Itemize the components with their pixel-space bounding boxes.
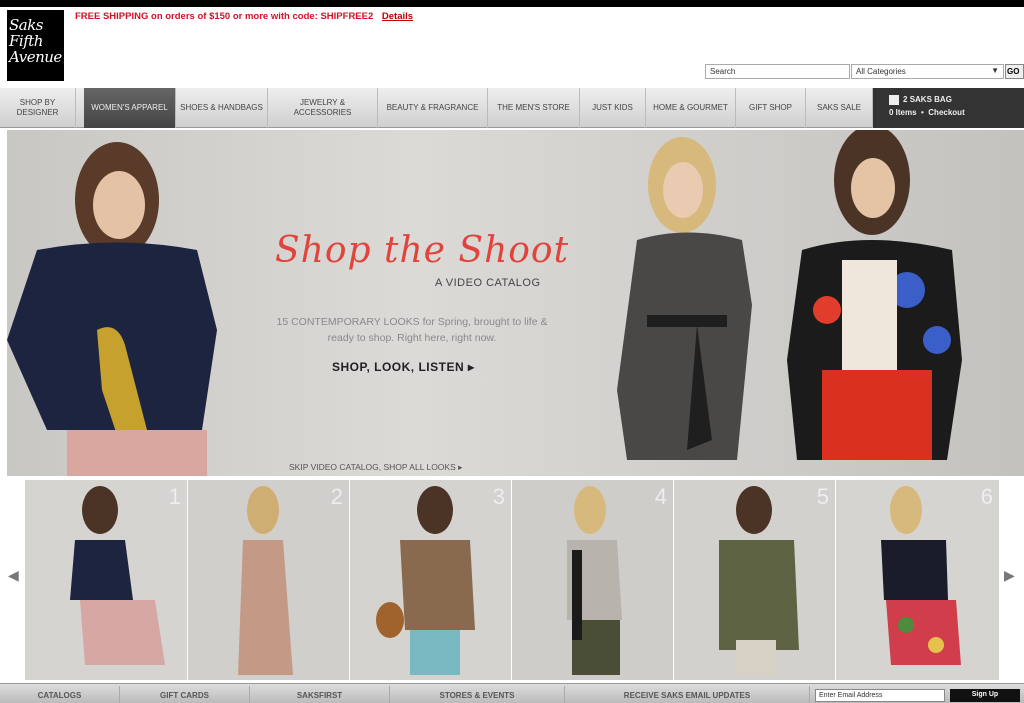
nav-item-mens[interactable]: THE MEN'S STORE — [488, 88, 580, 128]
look-thumb-2[interactable]: 2 — [188, 480, 350, 680]
bag-count: 2 — [903, 95, 908, 104]
hero-description: 15 CONTEMPORARY LOOKS for Spring, brough… — [276, 316, 548, 344]
hero-banner[interactable] — [7, 130, 1024, 476]
nav-item-gift[interactable]: GIFT SHOP — [736, 88, 806, 128]
nav-item-jewelry[interactable]: JEWELRY & ACCESSORIES — [268, 88, 378, 128]
top-bar — [0, 0, 1024, 7]
skip-video-link[interactable]: SKIP VIDEO CATALOG, SHOP ALL LOOKS ▸ — [289, 462, 462, 473]
look-thumb-3[interactable]: 3 — [350, 480, 512, 680]
nav-item-shoes[interactable]: SHOES & HANDBAGS — [176, 88, 268, 128]
category-select[interactable]: All Categories ▼ — [851, 64, 1004, 79]
email-input[interactable]: Enter Email Address — [815, 689, 945, 702]
promo-text: FREE SHIPPING on orders of $150 or more … — [75, 11, 374, 22]
logo-line: Fifth — [9, 32, 43, 50]
saks-logo[interactable]: Saks Fifth Avenue — [7, 10, 64, 81]
next-arrow-icon[interactable]: ▶ — [1004, 567, 1015, 584]
shopping-bag-icon — [889, 94, 899, 105]
look-thumb-6[interactable]: 6 — [836, 480, 1000, 680]
page: Saks Fifth Avenue FREE SHIPPING on order… — [0, 0, 1024, 703]
promo-details-link[interactable]: Details — [382, 11, 413, 22]
footer-link-stores[interactable]: STORES & EVENTS — [390, 686, 565, 703]
nav-item-home[interactable]: HOME & GOURMET — [646, 88, 736, 128]
look-number: 4 — [654, 484, 667, 509]
category-select-value: All Categories — [856, 67, 906, 76]
nav-item-designer[interactable]: SHOP BY DESIGNER — [0, 88, 76, 128]
footer-link-gift-cards[interactable]: GIFT CARDS — [120, 686, 250, 703]
look-thumb-1[interactable]: 1 — [25, 480, 188, 680]
saks-bag[interactable]: 2 SAKS BAG 0 Items • Checkout — [873, 88, 1024, 128]
sign-up-button[interactable]: Sign Up — [950, 689, 1020, 702]
chevron-down-icon: ▼ — [991, 66, 999, 75]
main-nav: SHOP BY DESIGNER WOMEN'S APPAREL SHOES &… — [0, 88, 1024, 128]
look-thumb-4[interactable]: 4 — [512, 480, 674, 680]
checkout-link[interactable]: Checkout — [928, 108, 964, 117]
bag-title: SAKS BAG — [909, 95, 952, 104]
bag-items: 0 Items — [889, 108, 917, 117]
nav-item-sale[interactable]: SAKS SALE — [806, 88, 873, 128]
logo-line: Saks — [9, 16, 44, 34]
nav-item-kids[interactable]: JUST KIDS — [580, 88, 646, 128]
logo-line: Avenue — [9, 48, 62, 66]
look-number: 3 — [492, 484, 505, 509]
hero-title: Shop the Shoot — [275, 230, 570, 271]
promo-banner: FREE SHIPPING on orders of $150 or more … — [75, 11, 413, 22]
look-thumb-5[interactable]: 5 — [674, 480, 836, 680]
look-number: 2 — [330, 484, 343, 509]
nav-item-womens[interactable]: WOMEN'S APPAREL — [84, 88, 176, 128]
hero-models-image — [7, 130, 962, 476]
look-number: 6 — [980, 484, 993, 509]
footer-link-email-updates[interactable]: RECEIVE SAKS EMAIL UPDATES — [565, 686, 810, 703]
look-number: 1 — [168, 484, 181, 509]
nav-item-beauty[interactable]: BEAUTY & FRAGRANCE — [378, 88, 488, 128]
shop-look-listen-link[interactable]: SHOP, LOOK, LISTEN ▸ — [332, 360, 475, 374]
search-go-button[interactable]: GO — [1005, 64, 1024, 79]
prev-arrow-icon[interactable]: ◀ — [8, 567, 19, 584]
look-number: 5 — [816, 484, 829, 509]
footer-link-saksfirst[interactable]: SAKSFIRST — [250, 686, 390, 703]
hero-subtitle: A VIDEO CATALOG — [435, 277, 541, 289]
search-input[interactable]: Search — [705, 64, 850, 79]
footer-link-catalogs[interactable]: CATALOGS — [0, 686, 120, 703]
